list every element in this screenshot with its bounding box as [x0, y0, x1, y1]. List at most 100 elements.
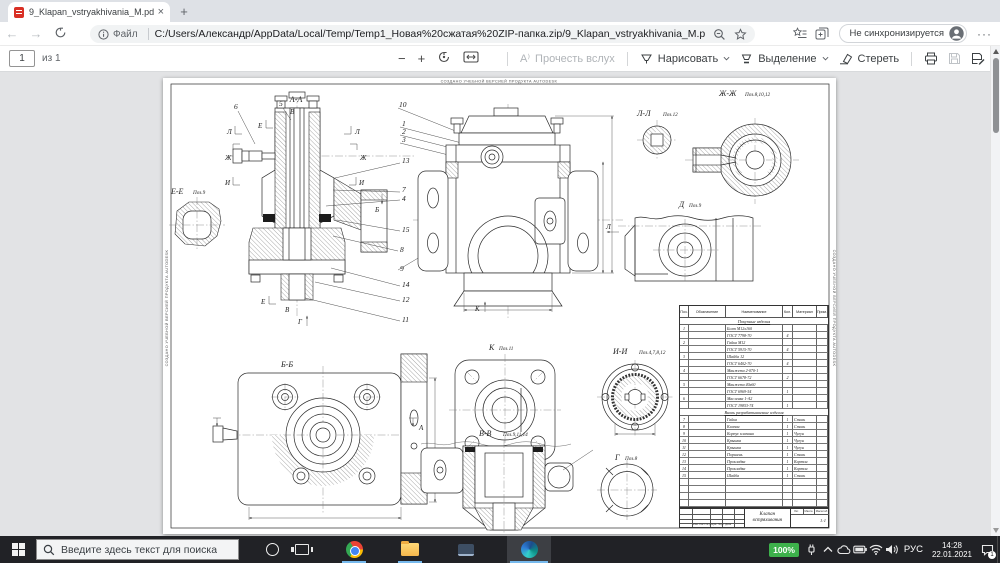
- profile-sync-label: Не синхронизируется: [849, 28, 944, 39]
- erase-button[interactable]: Стереть: [834, 50, 905, 68]
- svg-text:А: А: [418, 424, 424, 432]
- read-aloud-button[interactable]: A⁾ Прочесть вслух: [515, 49, 620, 68]
- svg-text:15: 15: [402, 225, 410, 234]
- scale-value: 1:1: [820, 518, 826, 523]
- taskbar-search-input[interactable]: Введите здесь текст для поиска: [36, 539, 239, 560]
- tray-expand-chevron-icon[interactable]: [820, 536, 836, 563]
- highlight-button[interactable]: Выделение: [735, 49, 833, 68]
- notification-count-badge: 1: [988, 551, 996, 559]
- fit-to-width-icon[interactable]: [463, 51, 479, 66]
- section-view-ll: Л-Л Поз.12: [636, 109, 678, 160]
- svg-text:Поз.8: Поз.8: [624, 456, 638, 462]
- speaker-icon[interactable]: [884, 536, 900, 563]
- usb-plug-icon[interactable]: [804, 536, 820, 563]
- new-tab-button[interactable]: +: [176, 4, 192, 20]
- new-rows: 7Гайка1Сталь8Клапан1Сталь9Корпус клапана…: [680, 416, 828, 479]
- autodesk-watermark-left: СОЗДАНО УЧЕБНОЙ ВЕРСИЕЙ ПРОДУКТА AUTODES…: [165, 250, 169, 367]
- table-row: 11Крышка1Чугун: [680, 444, 828, 451]
- profile-sync-button[interactable]: Не синхронизируется: [839, 24, 967, 43]
- svg-text:Ж: Ж: [359, 154, 367, 162]
- tab-close-icon[interactable]: ×: [158, 7, 164, 17]
- browser-window: 9_Klapan_vstryakhivania_M.pdf × + ← → Фа…: [0, 0, 1000, 563]
- printer-icon: [924, 52, 938, 65]
- reload-button[interactable]: [48, 26, 72, 42]
- favorites-bar-icon[interactable]: [791, 27, 809, 40]
- svg-text:Л: Л: [354, 128, 361, 136]
- draw-button[interactable]: Нарисовать: [635, 49, 735, 68]
- battery-percent-badge[interactable]: 100%: [769, 543, 799, 557]
- svg-text:Е-Е: Е-Е: [170, 187, 184, 196]
- taskbar-clock[interactable]: 14:28 22.01.2021: [932, 541, 972, 559]
- menu-dots-button[interactable]: ···: [977, 27, 992, 41]
- pdf-file-icon: [14, 7, 24, 18]
- save-button[interactable]: [943, 49, 966, 68]
- start-button[interactable]: [0, 536, 36, 563]
- cortana-icon: [266, 543, 279, 556]
- table-row: 10Крышка1Чугун: [680, 437, 828, 444]
- scroll-up-arrow[interactable]: [993, 49, 999, 54]
- svg-text:4: 4: [402, 194, 406, 203]
- autodesk-watermark-top: СОЗДАНО УЧЕБНОЙ ВЕРСИЕЙ ПРОДУКТА AUTODES…: [441, 80, 558, 84]
- section-view-ii: И-И Поз.4,7,8,12: [597, 347, 673, 436]
- reload-icon: [54, 26, 67, 39]
- collections-icon[interactable]: [813, 27, 831, 40]
- table-row: ГОСТ 19853-741: [680, 402, 828, 409]
- action-center-button[interactable]: 1: [977, 536, 997, 563]
- table-row: ГОСТ 7798-704: [680, 332, 828, 339]
- avatar-icon: [949, 26, 964, 41]
- svg-text:И: И: [358, 179, 365, 187]
- taskbar-chrome[interactable]: [339, 536, 369, 563]
- zoom-out-button[interactable]: −: [398, 51, 406, 66]
- taskbar-edge[interactable]: [507, 536, 551, 563]
- table-row: [680, 500, 828, 507]
- taskbar-app[interactable]: [451, 536, 481, 563]
- back-button[interactable]: ←: [0, 26, 24, 41]
- divider: [911, 52, 912, 66]
- svg-text:Поз.9: Поз.9: [192, 190, 206, 196]
- eraser-icon: [839, 53, 853, 65]
- erase-label: Стереть: [858, 53, 900, 65]
- table-row: ГОСТ 6678-722: [680, 374, 828, 381]
- title-block-scale-grid: Лит. Масса Масштаб 1:1: [791, 509, 828, 527]
- power-battery-icon[interactable]: [852, 536, 868, 563]
- svg-text:И: И: [224, 179, 231, 187]
- wifi-icon[interactable]: [868, 536, 884, 563]
- table-row: 15Шайба1Сталь: [680, 472, 828, 479]
- svg-text:В: В: [285, 306, 290, 314]
- scroll-down-arrow[interactable]: [993, 528, 999, 533]
- onedrive-cloud-icon[interactable]: [836, 536, 852, 563]
- page-number-input[interactable]: 1: [9, 50, 35, 67]
- favorite-star-icon[interactable]: [734, 28, 747, 41]
- language-indicator[interactable]: РУС: [904, 544, 923, 555]
- address-bar[interactable]: Файл C:/Users/Александр/AppData/Local/Te…: [90, 25, 755, 43]
- taskbar-explorer[interactable]: [395, 536, 425, 563]
- svg-text:8: 8: [400, 245, 404, 254]
- zoom-in-button[interactable]: +: [418, 51, 426, 66]
- section-view-aa: Л Ж И Л Ж И Б Е В Е: [224, 92, 415, 326]
- print-button[interactable]: [919, 49, 943, 68]
- vertical-scrollbar[interactable]: [990, 46, 1000, 536]
- svg-text:10: 10: [399, 100, 407, 109]
- section-new: Вновь разрабатываемые изделия: [680, 409, 828, 416]
- svg-text:Ж-Ж: Ж-Ж: [718, 89, 737, 98]
- scrollbar-thumb[interactable]: [993, 58, 999, 133]
- forward-button[interactable]: →: [24, 26, 48, 41]
- read-aloud-label: Прочесть вслух: [535, 53, 615, 65]
- navigation-bar: ← → Файл C:/Users/Александр/AppData/Loca…: [0, 22, 1000, 46]
- svg-text:5: 5: [279, 99, 283, 108]
- section-purchased: Покупные изделия: [680, 318, 828, 325]
- pdf-tab[interactable]: 9_Klapan_vstryakhivania_M.pdf ×: [8, 2, 170, 22]
- zoom-out-icon[interactable]: [713, 28, 726, 41]
- url-text[interactable]: C:/Users/Александр/AppData/Local/Temp/Te…: [155, 28, 705, 40]
- cortana-button[interactable]: [257, 536, 287, 563]
- title-block-revision-grid: Изм. Лист № докум. Подп. Дата: [680, 509, 745, 527]
- zoom-reset-icon[interactable]: [437, 50, 451, 67]
- svg-text:Поз.9: Поз.9: [688, 203, 702, 209]
- task-view-button[interactable]: [287, 536, 317, 563]
- svg-text:Поз.8,10,12: Поз.8,10,12: [744, 92, 771, 98]
- parts-table: Поз.ОбозначениеНаименованиеКол.МатериалП…: [679, 305, 829, 508]
- svg-text:Ж: Ж: [224, 154, 232, 162]
- svg-text:В: В: [290, 108, 295, 116]
- save-as-button[interactable]: [966, 49, 990, 68]
- table-row: 9Корпус клапана1Чугун: [680, 430, 828, 437]
